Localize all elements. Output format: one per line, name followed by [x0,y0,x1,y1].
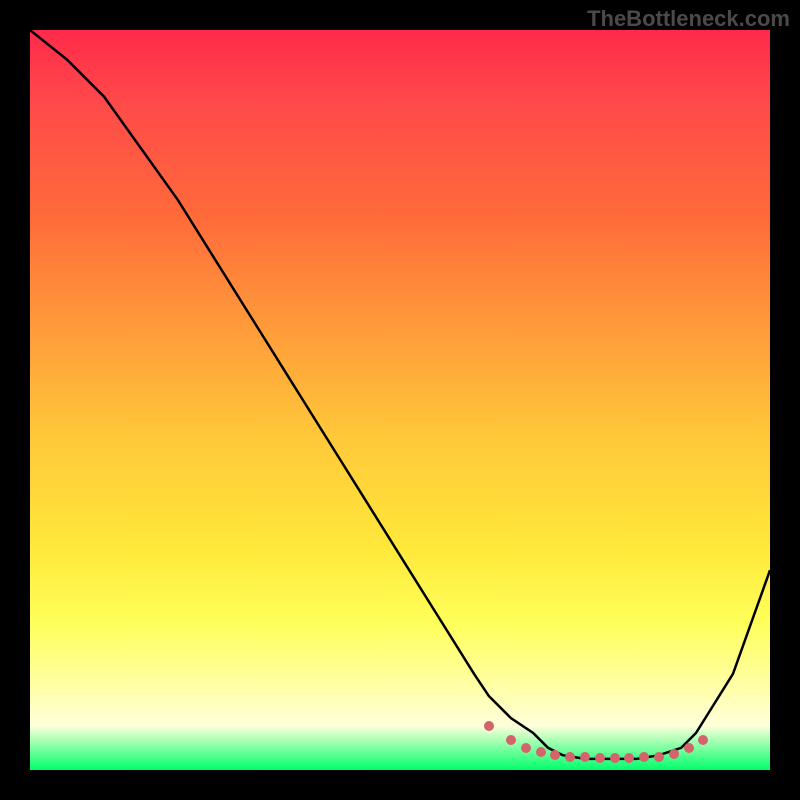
highlight-dot [536,747,546,757]
chart-area [30,30,770,770]
watermark-text: TheBottleneck.com [587,6,790,32]
highlight-dot [684,743,694,753]
curve-path [30,30,770,759]
curve-svg [30,30,770,770]
highlight-dot [484,721,494,731]
highlight-dot [610,753,620,763]
highlight-dot [521,743,531,753]
highlight-dot [565,752,575,762]
highlight-dot [654,752,664,762]
highlight-dot [669,749,679,759]
highlight-dot [595,753,605,763]
